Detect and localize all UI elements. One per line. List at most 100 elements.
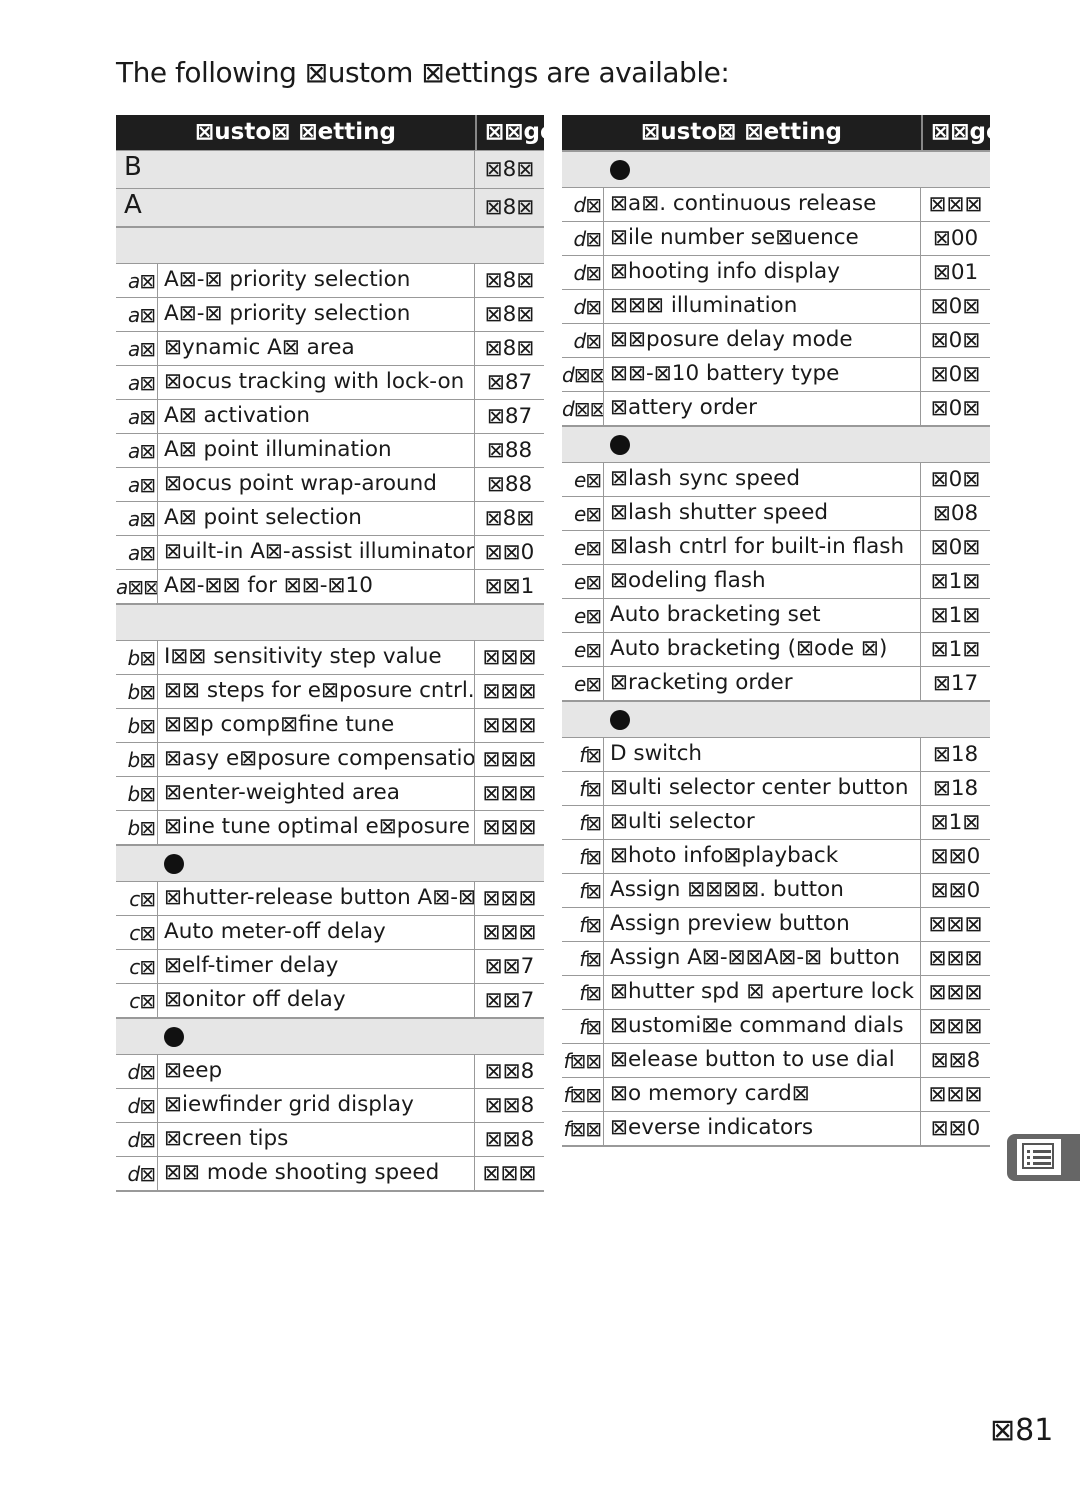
setting-page: ⊠87 <box>486 370 533 395</box>
setting-name: ⊠creen tips <box>157 1123 475 1156</box>
setting-row: e⊠ ⊠lash shutter speed ⊠08 <box>562 496 990 530</box>
setting-page: ⊠⊠0 <box>930 878 981 903</box>
setting-page: ⊠8⊠ <box>484 157 535 182</box>
setting-page: ⊠18 <box>932 742 979 767</box>
setting-page: ⊠⊠8 <box>484 1059 535 1084</box>
setting-code: f⊠ <box>579 980 602 1005</box>
section-row <box>562 700 990 737</box>
setting-name: A⊠-⊠ priority selection <box>157 264 475 297</box>
setting-row: e⊠ Auto bracketing (⊠ode ⊠) ⊠1⊠ <box>562 632 990 666</box>
setting-code: a⊠ <box>127 472 156 497</box>
setting-page: ⊠⊠0 <box>930 1116 981 1141</box>
setting-page: ⊠⊠0 <box>484 540 535 565</box>
setting-page: ⊠⊠⊠ <box>482 713 537 738</box>
setting-name: ⊠elf-timer delay <box>157 950 475 983</box>
section-bullet-icon <box>610 160 630 180</box>
header-page: ⊠⊠ge <box>931 119 990 145</box>
setting-code: f⊠ <box>579 946 602 971</box>
setting-row: b⊠ I⊠⊠ sensitivity step value ⊠⊠⊠ <box>116 640 544 674</box>
setting-code: b⊠ <box>127 645 156 670</box>
setting-row: d⊠ ⊠ile number se⊠uence ⊠00 <box>562 221 990 255</box>
setting-page: ⊠⊠8 <box>484 1127 535 1152</box>
setting-code: f⊠ <box>579 776 602 801</box>
menu-guide-tab[interactable] <box>1007 1134 1080 1181</box>
setting-name: ⊠ustomi⊠e command dials <box>603 1010 921 1043</box>
setting-row: f⊠ Assign preview button ⊠⊠⊠ <box>562 907 990 941</box>
setting-row: e⊠ ⊠lash cntrl for built-in flash ⊠0⊠ <box>562 530 990 564</box>
setting-name: ⊠hutter-release button A⊠-⊠ <box>157 882 475 915</box>
setting-code: f⊠ <box>579 742 602 767</box>
setting-name: ⊠hutter spd ⊠ aperture lock <box>603 976 921 1009</box>
setting-name: B <box>116 151 475 188</box>
setting-code: d⊠ <box>127 1161 156 1186</box>
setting-code: d⊠ <box>127 1059 156 1084</box>
setting-page: ⊠00 <box>932 226 979 251</box>
setting-name: ⊠ocus point wrap-around <box>157 468 475 501</box>
setting-row: d⊠⊠ ⊠attery order ⊠0⊠ <box>562 391 990 425</box>
setting-row: f⊠⊠ ⊠everse indicators ⊠⊠0 <box>562 1111 990 1145</box>
setting-page: ⊠1⊠ <box>930 810 981 835</box>
setting-name: Auto bracketing set <box>603 599 921 632</box>
setting-page: ⊠⊠0 <box>930 844 981 869</box>
setting-row: c⊠ Auto meter-off delay ⊠⊠⊠ <box>116 915 544 949</box>
setting-page: ⊠1⊠ <box>930 569 981 594</box>
setting-code: e⊠ <box>573 535 602 560</box>
setting-name: Auto bracketing (⊠ode ⊠) <box>603 633 921 666</box>
setting-page: ⊠⊠⊠ <box>482 815 537 840</box>
setting-name: Assign A⊠-⊠⊠A⊠-⊠ button <box>603 942 921 975</box>
setting-name: A⊠ point selection <box>157 502 475 535</box>
setting-code: e⊠ <box>573 603 602 628</box>
setting-row: f⊠ ⊠ulti selector center button ⊠18 <box>562 771 990 805</box>
setting-row: d⊠ ⊠⊠posure delay mode ⊠0⊠ <box>562 323 990 357</box>
setting-name: ⊠⊠⊠ illumination <box>603 290 921 323</box>
setting-row: d⊠ ⊠⊠⊠ illumination ⊠0⊠ <box>562 289 990 323</box>
setting-page: ⊠88 <box>486 438 533 463</box>
setting-row: f⊠⊠ ⊠elease button to use dial ⊠⊠8 <box>562 1043 990 1077</box>
setting-name: ⊠hooting info display <box>603 256 921 289</box>
setting-row: a⊠ ⊠uilt-in A⊠-assist illuminator ⊠⊠0 <box>116 535 544 569</box>
setting-name: ⊠⊠ mode shooting speed <box>157 1157 475 1190</box>
setting-page: ⊠0⊠ <box>930 535 981 560</box>
setting-row: b⊠ ⊠asy e⊠posure compensation ⊠⊠⊠ <box>116 742 544 776</box>
setting-page: ⊠1⊠ <box>930 603 981 628</box>
setting-code: d⊠⊠ <box>562 362 606 387</box>
setting-page: ⊠⊠⊠ <box>482 920 537 945</box>
setting-name: ⊠lash cntrl for built-in flash <box>603 531 921 564</box>
setting-code: a⊠ <box>127 506 156 531</box>
setting-name: I⊠⊠ sensitivity step value <box>157 641 475 674</box>
setting-page: ⊠8⊠ <box>484 506 535 531</box>
setting-name: ⊠o memory card⊠ <box>603 1078 921 1111</box>
setting-page: ⊠⊠7 <box>484 988 535 1013</box>
setting-code: f⊠ <box>579 810 602 835</box>
setting-page: ⊠⊠1 <box>484 574 535 599</box>
setting-name: ⊠a⊠. continuous release <box>603 188 921 221</box>
header-custom-setting: ⊠usto⊠ ⊠etting <box>116 115 477 150</box>
setting-code: a⊠ <box>127 404 156 429</box>
setting-page: ⊠88 <box>486 472 533 497</box>
setting-code: a⊠ <box>127 540 156 565</box>
setting-code: f⊠ <box>579 844 602 869</box>
setting-name: A <box>116 189 475 226</box>
section-row <box>562 150 990 187</box>
setting-page: ⊠8⊠ <box>484 302 535 327</box>
setting-name: A⊠ activation <box>157 400 475 433</box>
setting-page: ⊠0⊠ <box>930 396 981 421</box>
setting-page: ⊠8⊠ <box>484 336 535 361</box>
setting-row: d⊠ ⊠eep ⊠⊠8 <box>116 1054 544 1088</box>
setting-code: a⊠⊠ <box>116 574 160 599</box>
setting-code: a⊠ <box>127 370 156 395</box>
custom-settings-table-right: ⊠usto⊠ ⊠etting ⊠⊠ge d⊠⊠a⊠. continuous re… <box>562 115 990 1147</box>
section-bullet-icon <box>164 1027 184 1047</box>
section-bullet-icon <box>610 710 630 730</box>
setting-code: e⊠ <box>573 569 602 594</box>
setting-row: e⊠ ⊠lash sync speed ⊠0⊠ <box>562 462 990 496</box>
setting-page: ⊠87 <box>486 404 533 429</box>
setting-row: f⊠ Assign ⊠⊠⊠⊠. button ⊠⊠0 <box>562 873 990 907</box>
setting-name: ⊠enter-weighted area <box>157 777 475 810</box>
setting-row: e⊠ ⊠odeling flash ⊠1⊠ <box>562 564 990 598</box>
setting-page: ⊠⊠⊠ <box>482 645 537 670</box>
setting-name: ⊠iewfinder grid display <box>157 1089 475 1122</box>
setting-row: a⊠ A⊠ point illumination ⊠88 <box>116 433 544 467</box>
setting-code: e⊠ <box>573 637 602 662</box>
setting-page: ⊠⊠⊠ <box>482 886 537 911</box>
